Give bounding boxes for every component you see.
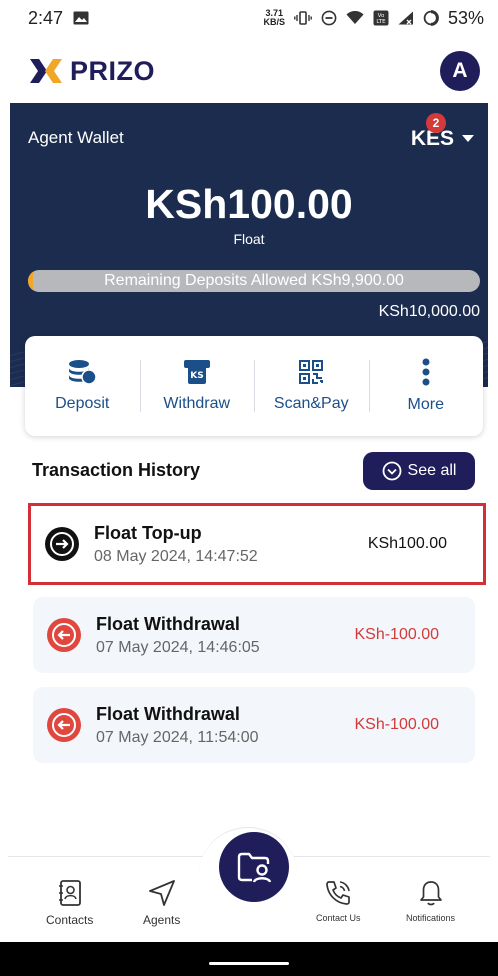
nav-contact-us[interactable]: Contact Us [316, 879, 361, 923]
vibrate-icon [294, 11, 312, 25]
wallet-balance: KSh100.00 [145, 181, 353, 227]
scan-pay-label: Scan&Pay [273, 395, 349, 412]
more-label: More [407, 396, 444, 413]
currency-selector[interactable]: KES 2 [411, 113, 474, 151]
more-button[interactable]: More [368, 336, 484, 436]
see-all-button[interactable]: See all [363, 452, 475, 490]
deposit-button[interactable]: Deposit [25, 336, 140, 436]
network-speed-unit: KB/S [263, 17, 285, 27]
battery-percent: 53% [447, 7, 484, 28]
atm-icon: KS [183, 360, 210, 384]
nav-contacts[interactable]: Contacts [46, 879, 93, 927]
home-gesture-handle[interactable] [209, 962, 289, 965]
status-left: 2:47 [28, 8, 89, 29]
battery-icon [423, 10, 439, 26]
deposit-limit: KSh10,000.00 [378, 303, 480, 320]
prizo-logo-mark-icon [30, 59, 62, 83]
status-right: 3.71 KB/S Vo LTE 53% [263, 8, 484, 29]
transaction-name: Float Withdrawal [96, 703, 240, 724]
folder-user-icon [237, 852, 272, 883]
transaction-row[interactable]: Float Withdrawal 07 May 2024, 11:54:00 K… [33, 687, 475, 763]
app-header: PRIZO A [0, 40, 498, 102]
see-all-label: See all [407, 462, 457, 479]
transaction-date: 07 May 2024, 11:54:00 [96, 728, 259, 746]
transaction-name: Float Top-up [94, 522, 202, 543]
prizo-logo: PRIZO [28, 56, 155, 87]
transaction-date: 07 May 2024, 14:46:05 [96, 638, 260, 656]
signal-icon [398, 11, 414, 25]
chevron-down-icon [462, 135, 474, 142]
avatar-initial: A [452, 59, 468, 82]
transaction-amount: KSh-100.00 [354, 626, 439, 643]
svg-text:KS: KS [190, 371, 203, 381]
deposit-progress-bar: Remaining Deposits Allowed KSh9,900.00 [28, 270, 480, 292]
send-arrow-icon [148, 880, 175, 906]
agent-folder-fab[interactable] [219, 832, 289, 902]
nav-agents-label: Agents [143, 913, 181, 927]
svg-text:LTE: LTE [376, 19, 386, 25]
notification-badge: 2 [426, 113, 446, 133]
transaction-row-highlighted[interactable]: Float Top-up 08 May 2024, 14:47:52 KSh10… [28, 503, 486, 585]
arrow-right-circle-icon [45, 527, 79, 561]
status-time: 2:47 [28, 7, 64, 28]
arrow-left-circle-icon [47, 618, 81, 652]
nav-contact-us-label: Contact Us [316, 913, 361, 923]
transaction-date: 08 May 2024, 14:47:52 [94, 547, 258, 565]
qr-code-icon [299, 360, 324, 384]
bell-icon [419, 881, 442, 906]
deposit-label: Deposit [55, 395, 110, 412]
transaction-details: Float Withdrawal 07 May 2024, 11:54:00 [96, 704, 259, 747]
nav-contacts-label: Contacts [46, 913, 94, 927]
progress-text: Remaining Deposits Allowed KSh9,900.00 [104, 272, 404, 289]
arrow-left-circle-icon [47, 708, 81, 742]
contacts-book-icon [58, 880, 81, 906]
phone-call-icon [326, 881, 351, 905]
do-not-disturb-icon [321, 10, 337, 26]
quick-actions: Deposit KS Withdraw Scan&Pay More [25, 336, 483, 436]
transaction-details: Float Top-up 08 May 2024, 14:47:52 [94, 523, 258, 566]
transaction-row[interactable]: Float Withdrawal 07 May 2024, 14:46:05 K… [33, 597, 475, 673]
chevron-circle-down-icon [382, 461, 401, 481]
status-bar: 2:47 3.71 KB/S Vo LTE 53% [0, 0, 498, 36]
network-speed: 3.71 KB/S [263, 9, 285, 27]
nav-agents[interactable]: Agents [143, 879, 180, 927]
nav-notifications[interactable]: Notifications [406, 879, 455, 923]
coins-icon [69, 360, 97, 385]
transaction-amount: KSh100.00 [367, 535, 447, 552]
logo-text: PRIZO [70, 55, 156, 86]
more-vertical-icon [422, 358, 430, 386]
scan-pay-button[interactable]: Scan&Pay [254, 336, 369, 436]
balance-caption: Float [233, 231, 265, 247]
transaction-history-title: Transaction History [32, 460, 201, 480]
wifi-icon [346, 11, 364, 25]
avatar[interactable]: A [440, 51, 480, 91]
transaction-name: Float Withdrawal [96, 613, 240, 634]
volte-icon: Vo LTE [373, 10, 389, 26]
wallet-label: Agent Wallet [28, 128, 124, 147]
system-navigation-bar [0, 942, 498, 976]
image-notification-icon [73, 11, 89, 25]
withdraw-button[interactable]: KS Withdraw [139, 336, 255, 436]
transaction-details: Float Withdrawal 07 May 2024, 14:46:05 [96, 614, 260, 657]
transaction-amount: KSh-100.00 [354, 716, 439, 733]
withdraw-label: Withdraw [163, 395, 231, 412]
nav-notifications-label: Notifications [406, 913, 456, 923]
